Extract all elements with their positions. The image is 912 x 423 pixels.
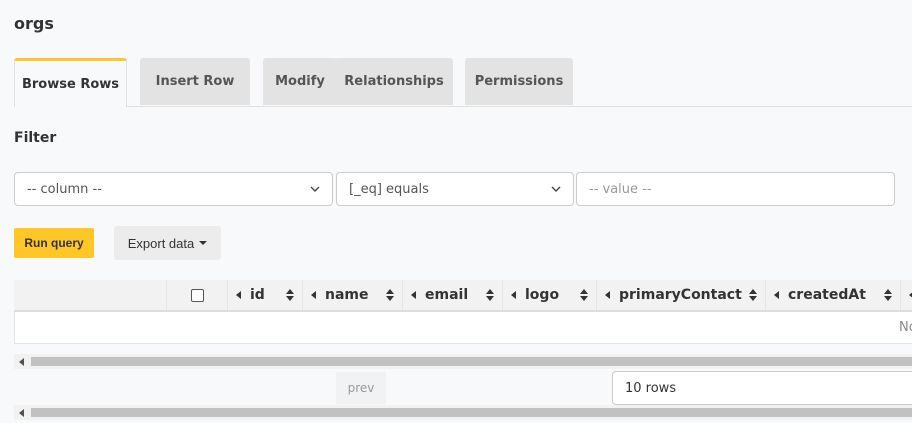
- sort-icon[interactable]: [749, 289, 757, 301]
- sort-icon[interactable]: [580, 289, 588, 301]
- scroll-left-arrow-icon[interactable]: [19, 358, 24, 366]
- operator-select[interactable]: [_eq] equals: [336, 172, 574, 206]
- header-actions-cell: [14, 280, 166, 310]
- caret-down-icon: [199, 241, 208, 245]
- export-data-button[interactable]: Export data: [114, 226, 221, 260]
- column-header-email[interactable]: email: [402, 280, 502, 310]
- chevron-down-icon: [551, 186, 561, 192]
- collapse-arrow-icon[interactable]: [774, 291, 779, 299]
- column-label-createdat: createdAt: [788, 287, 866, 303]
- sort-icon[interactable]: [486, 289, 494, 301]
- header-select-cell: [166, 280, 227, 310]
- table-empty-row: No: [14, 312, 912, 344]
- collapse-arrow-icon[interactable]: [311, 291, 316, 299]
- column-header-logo[interactable]: logo: [502, 280, 596, 310]
- rows-per-page-select[interactable]: 10 rows: [612, 371, 912, 405]
- table-horizontal-scrollbar[interactable]: [14, 354, 912, 369]
- prev-page-button[interactable]: prev: [336, 372, 386, 404]
- scroll-left-arrow-icon[interactable]: [19, 409, 24, 417]
- tab-relationships[interactable]: Relationships: [335, 58, 453, 105]
- column-label-email: email: [425, 287, 469, 303]
- tab-modify[interactable]: Modify: [263, 58, 337, 105]
- no-rows-text: No: [899, 320, 912, 335]
- tab-browse-rows[interactable]: Browse Rows: [14, 58, 127, 107]
- column-select[interactable]: -- column --: [14, 172, 333, 206]
- sort-icon[interactable]: [386, 289, 394, 301]
- column-header-name[interactable]: name: [302, 280, 402, 310]
- column-select-value: -- column --: [27, 181, 102, 197]
- column-header-primarycontact[interactable]: primaryContact: [596, 280, 765, 310]
- export-data-label: Export data: [127, 235, 195, 251]
- scrollbar-thumb[interactable]: [31, 408, 912, 417]
- column-label-logo: logo: [525, 287, 560, 303]
- sort-icon[interactable]: [286, 289, 294, 301]
- run-query-button[interactable]: Run query: [14, 228, 94, 258]
- operator-select-value: [_eq] equals: [349, 181, 429, 197]
- sort-icon[interactable]: [884, 289, 892, 301]
- scrollbar-thumb[interactable]: [31, 357, 912, 366]
- column-label-name: name: [325, 287, 369, 303]
- column-header-next[interactable]: [900, 280, 912, 310]
- filter-label: Filter: [14, 130, 57, 146]
- chevron-down-icon: [310, 186, 320, 192]
- table-header: id name email logo primaryContact create…: [14, 280, 912, 312]
- column-label-id: id: [250, 287, 265, 303]
- value-input[interactable]: [576, 172, 895, 206]
- tab-bar: Browse Rows Insert Row Modify Relationsh…: [14, 58, 912, 107]
- select-all-checkbox[interactable]: [191, 289, 204, 302]
- collapse-arrow-icon[interactable]: [411, 291, 416, 299]
- page-title: orgs: [14, 14, 54, 33]
- tab-insert-row[interactable]: Insert Row: [140, 58, 250, 105]
- column-header-createdat[interactable]: createdAt: [765, 280, 900, 310]
- tab-permissions[interactable]: Permissions: [465, 58, 573, 105]
- column-label-primarycontact: primaryContact: [619, 287, 742, 303]
- collapse-arrow-icon[interactable]: [605, 291, 610, 299]
- data-table: id name email logo primaryContact create…: [14, 280, 912, 344]
- collapse-arrow-icon[interactable]: [236, 291, 241, 299]
- collapse-arrow-icon[interactable]: [511, 291, 516, 299]
- tab-divider: [14, 106, 912, 107]
- column-header-id[interactable]: id: [227, 280, 302, 310]
- page-horizontal-scrollbar[interactable]: [14, 405, 912, 420]
